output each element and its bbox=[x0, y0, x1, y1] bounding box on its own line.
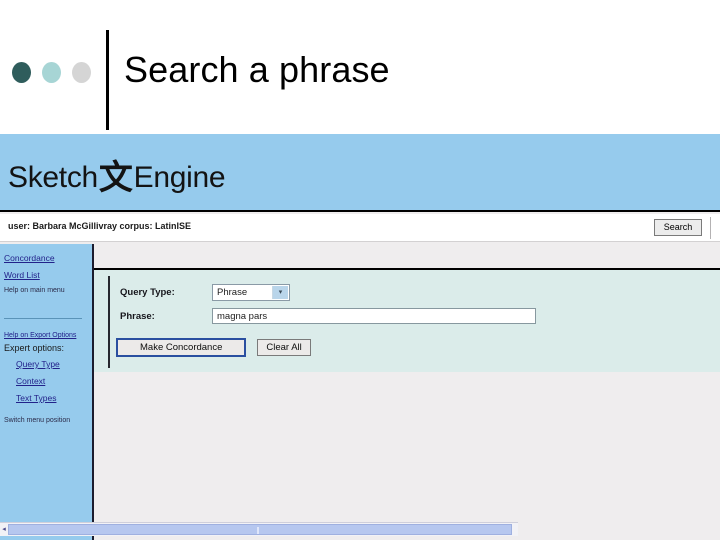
query-type-row: Query Type: Phrase ▾ bbox=[120, 284, 290, 301]
slide-header: Search a phrase bbox=[0, 0, 720, 134]
query-type-select[interactable]: Phrase ▾ bbox=[212, 284, 290, 301]
user-info-bar: user: Barbara McGillivray corpus: LatinI… bbox=[0, 214, 720, 242]
userbar-right-edge bbox=[710, 217, 720, 239]
bullet-dot-2-icon bbox=[42, 62, 61, 83]
results-pane bbox=[94, 372, 720, 540]
search-button[interactable]: Search bbox=[654, 219, 702, 236]
phrase-label: Phrase: bbox=[120, 310, 155, 322]
page-title: Search a phrase bbox=[124, 49, 390, 90]
chevron-down-icon[interactable]: ▾ bbox=[272, 286, 288, 299]
clear-all-button[interactable]: Clear All bbox=[257, 339, 311, 356]
horizontal-scrollbar-thumb[interactable] bbox=[8, 524, 512, 535]
decorative-bullets bbox=[12, 62, 91, 83]
scroll-left-arrow-icon[interactable]: ◂ bbox=[0, 523, 8, 536]
embedded-app-screenshot: Sketch文Engine user: Barbara McGillivray … bbox=[0, 134, 720, 540]
query-form-panel: Query Type: Phrase ▾ Phrase: Make Concor… bbox=[94, 268, 720, 372]
sidebar-item-concordance[interactable]: Concordance bbox=[4, 253, 92, 263]
logo-cjk-glyph-icon: 文 bbox=[98, 158, 133, 198]
sketch-engine-logo: Sketch文Engine bbox=[8, 150, 226, 199]
sidebar-item-context[interactable]: Context bbox=[16, 376, 92, 386]
sidebar-divider bbox=[4, 318, 82, 319]
title-divider-rule bbox=[106, 30, 109, 130]
sidebar-expert-options-heading: Expert options: bbox=[4, 343, 65, 353]
sidebar-item-word-list[interactable]: Word List bbox=[4, 270, 92, 280]
logo-word-right: Engine bbox=[133, 161, 226, 194]
query-type-label: Query Type: bbox=[120, 287, 175, 298]
logo-word-left: Sketch bbox=[8, 161, 98, 194]
bullet-dot-3-icon bbox=[72, 62, 91, 83]
phrase-input[interactable] bbox=[212, 308, 536, 324]
user-corpus-info: user: Barbara McGillivray corpus: LatinI… bbox=[8, 221, 192, 231]
phrase-row: Phrase: bbox=[120, 308, 536, 324]
horizontal-scrollbar[interactable]: ◂ bbox=[0, 522, 518, 536]
left-sidebar: Concordance Word List Help on main menu … bbox=[0, 244, 94, 540]
query-type-selected-value: Phrase bbox=[217, 287, 248, 298]
sidebar-help-main-menu[interactable]: Help on main menu bbox=[4, 287, 92, 294]
sidebar-item-query-type[interactable]: Query Type bbox=[16, 359, 92, 369]
sidebar-switch-menu-position[interactable]: Switch menu position bbox=[4, 417, 92, 424]
bullet-dot-1-icon bbox=[12, 62, 31, 83]
query-form-box: Query Type: Phrase ▾ Phrase: Make Concor… bbox=[108, 276, 550, 368]
sidebar-help-export-options[interactable]: Help on Export Options bbox=[4, 332, 92, 339]
sidebar-item-text-types[interactable]: Text Types bbox=[16, 393, 92, 403]
brand-banner: Sketch文Engine bbox=[0, 134, 720, 212]
scrollbar-thumb-grip bbox=[257, 527, 259, 534]
make-concordance-button[interactable]: Make Concordance bbox=[116, 338, 247, 357]
form-buttons-row: Make Concordance Clear All bbox=[116, 338, 311, 357]
